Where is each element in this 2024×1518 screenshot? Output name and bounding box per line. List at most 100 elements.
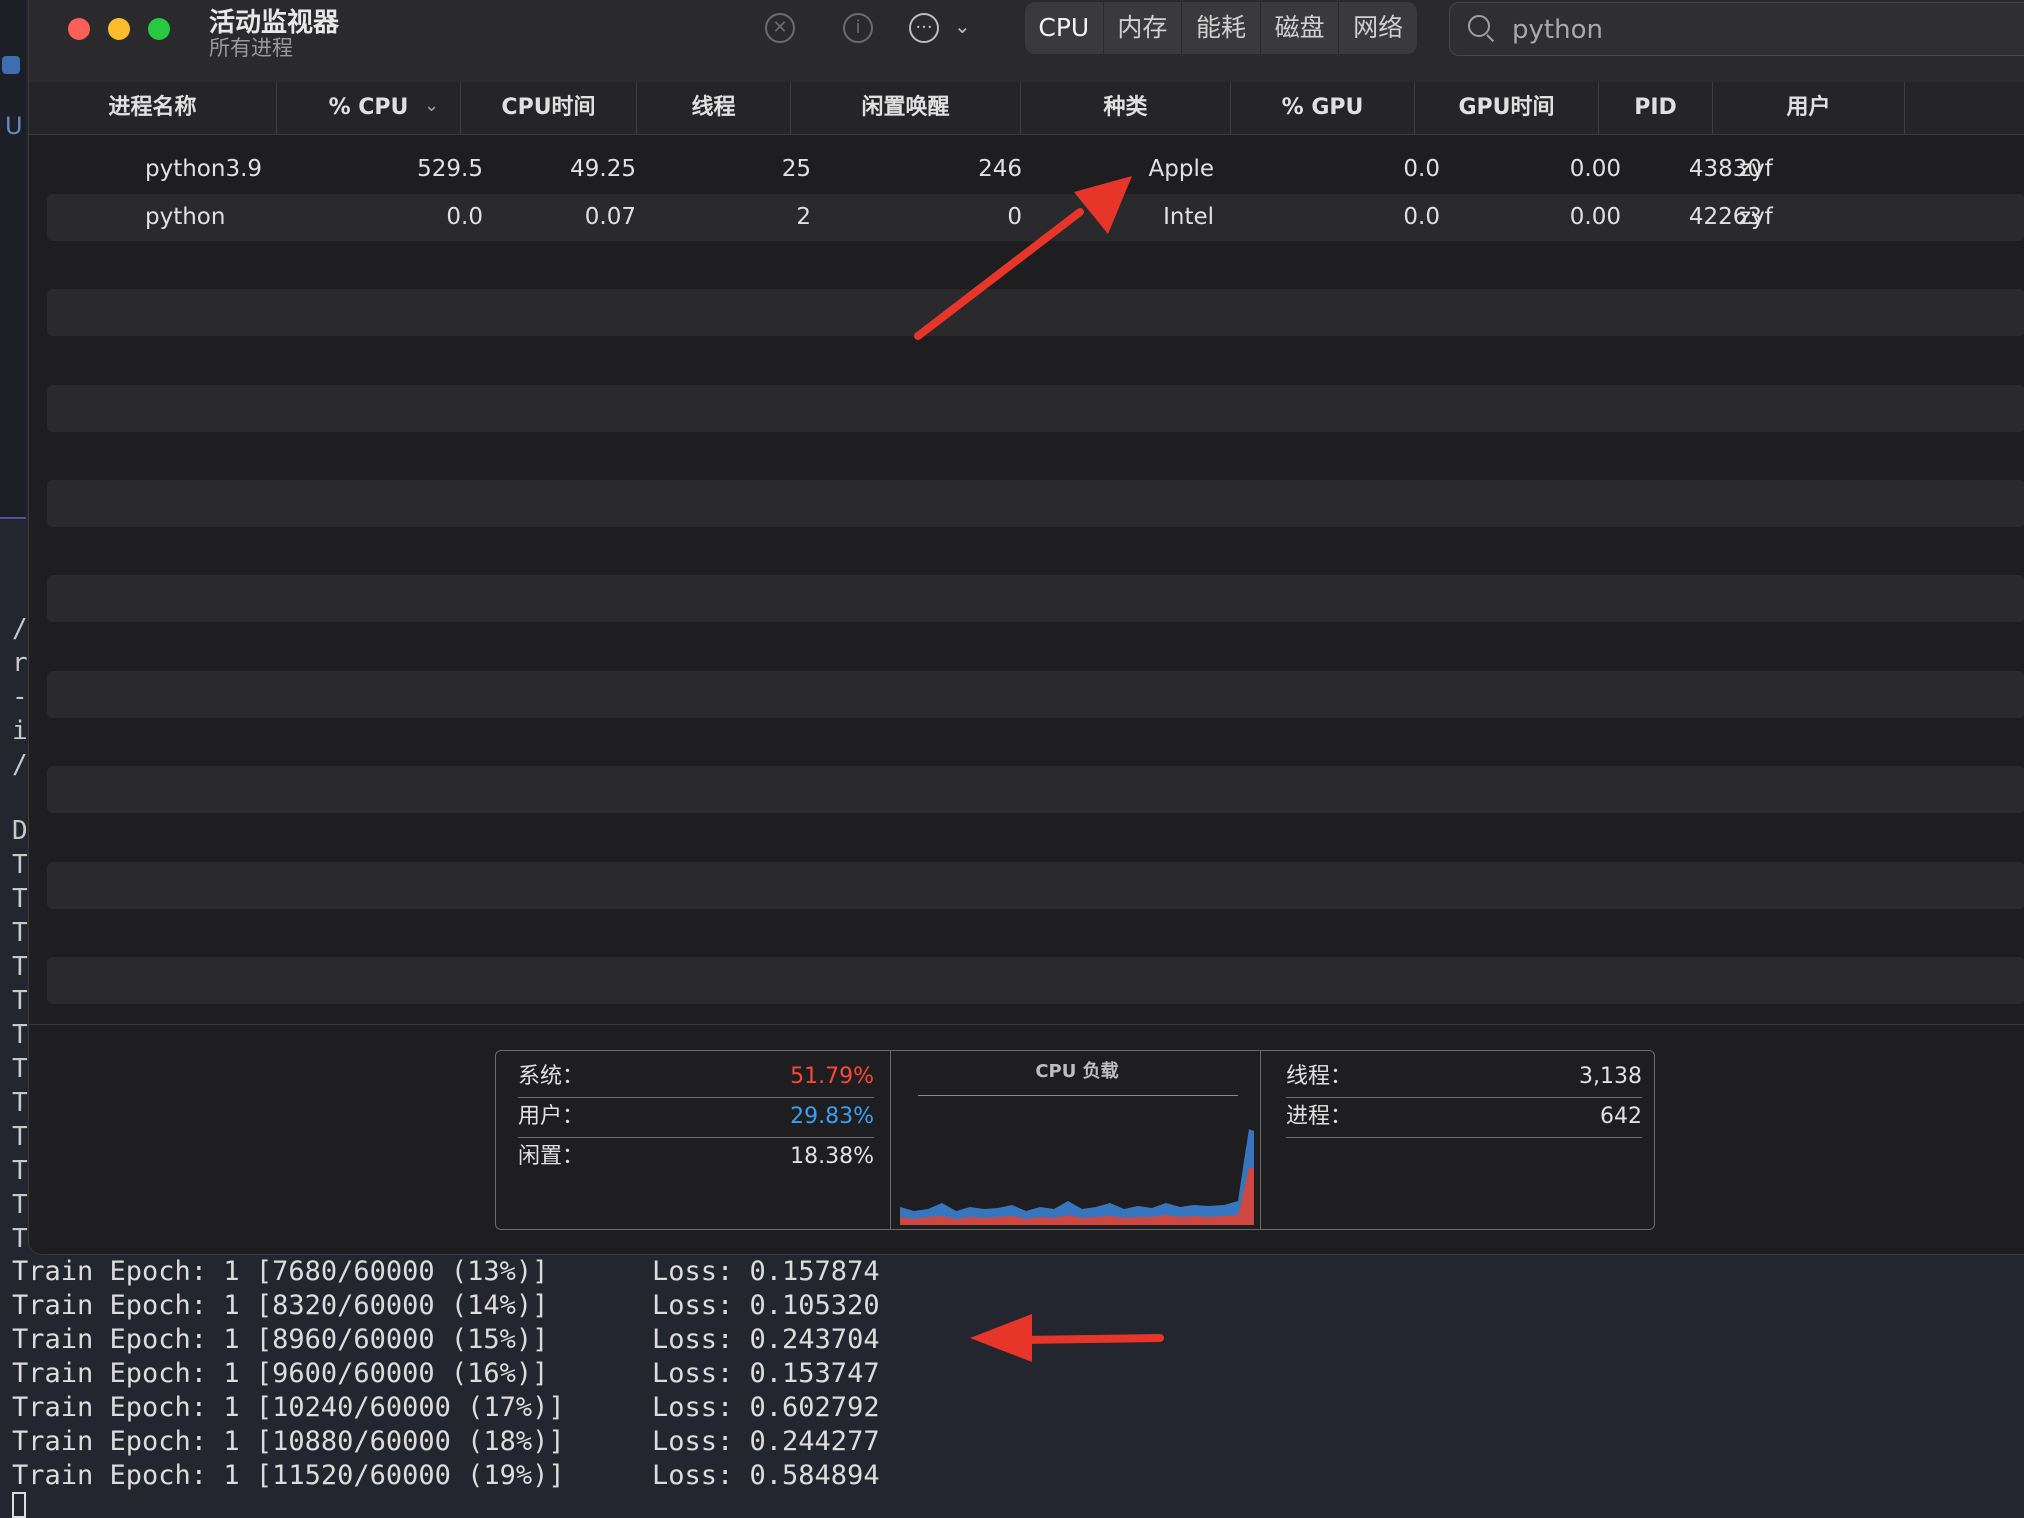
terminal-line: Train Epoch: 1 [9600/60000 (16%)] Loss: 0… [12, 1358, 880, 1389]
empty-table-row [47, 718, 2024, 765]
search-icon [1468, 15, 1490, 37]
stop-process-icon[interactable]: ✕ [765, 13, 795, 43]
window-subtitle: 所有进程 [209, 36, 293, 60]
terminal-truncated-char: T [12, 986, 28, 1016]
info-icon[interactable]: i [843, 13, 873, 43]
loss-text: Loss: 0.244277 [652, 1426, 880, 1457]
column-header-process-name[interactable]: 进程名称 [29, 82, 277, 134]
column-header-cpu-time[interactable]: CPU时间 [461, 82, 637, 134]
loss-text: Loss: 0.243704 [652, 1324, 880, 1355]
column-header-idle-wakeups[interactable]: 闲置唤醒 [791, 82, 1021, 134]
train-epoch-text: Train Epoch: 1 [8320/60000 (14%)] [12, 1290, 549, 1321]
cell-kind: Apple [1148, 156, 1214, 182]
terminal-truncated-char: T [12, 884, 28, 914]
terminal-truncated-char: D [12, 816, 28, 846]
loss-text: Loss: 0.105320 [652, 1290, 880, 1321]
train-epoch-text: Train Epoch: 1 [10240/60000 (17%)] [12, 1392, 565, 1423]
train-epoch-text: Train Epoch: 1 [8960/60000 (15%)] [12, 1324, 549, 1355]
user-value: 29.83% [790, 1104, 874, 1129]
more-actions-icon[interactable]: ··· [909, 13, 939, 43]
loss-text: Loss: 0.157874 [652, 1256, 880, 1287]
tab-memory[interactable]: 内存 [1104, 2, 1183, 54]
cell-idle-wakeups: 246 [978, 156, 1022, 182]
column-header-gpu-percent[interactable]: % GPU [1231, 82, 1415, 134]
empty-table-row [47, 909, 2024, 956]
terminal-line: Train Epoch: 1 [8960/60000 (15%)] Loss: 0… [12, 1324, 880, 1355]
cpu-summary-panel: 系统： 51.79% 用户： 29.83% 闲置： 18.38% CPU 负载 [495, 1050, 1655, 1230]
cell-user: zyf [1739, 156, 1773, 182]
search-field [1449, 2, 2024, 56]
close-window-button[interactable] [68, 18, 90, 40]
table-row[interactable]: python3.9 529.5 49.25 25 246 Apple 0.0 0.00 4383… [47, 146, 2024, 193]
terminal-truncated-char: T [12, 1122, 28, 1152]
empty-table-row [47, 814, 2024, 861]
terminal-truncated-char: T [12, 850, 28, 880]
train-epoch-text: Train Epoch: 1 [10880/60000 (18%)] [12, 1426, 565, 1457]
tab-disk[interactable]: 磁盘 [1261, 2, 1340, 54]
cell-cpu: 0.0 [446, 203, 483, 230]
cell-user: zyf [1739, 203, 1773, 230]
terminal-cursor [12, 1492, 26, 1518]
terminal-line: Train Epoch: 1 [11520/60000 (19%)] Loss: … [12, 1460, 880, 1491]
processes-label: 进程： [1286, 1104, 1353, 1129]
column-header-user[interactable]: 用户 [1713, 82, 1905, 134]
terminal-truncated-char: r [12, 648, 28, 678]
column-header-threads[interactable]: 线程 [637, 82, 791, 134]
loss-text: Loss: 0.153747 [652, 1358, 880, 1389]
terminal-truncated-char: T [12, 1190, 28, 1220]
empty-table-row [47, 766, 2024, 814]
user-load-area [900, 1129, 1254, 1225]
search-input[interactable] [1510, 11, 2014, 49]
empty-table-row [47, 241, 2024, 288]
terminal-truncated-char: T [12, 1054, 28, 1084]
tab-segmented-control: CPU 内存 能耗 磁盘 网络 [1025, 2, 1417, 54]
cell-gpu: 0.0 [1403, 203, 1440, 230]
terminal-truncated-char: T [12, 1224, 28, 1254]
cell-name: python3.9 [145, 156, 263, 182]
empty-table-row [47, 623, 2024, 670]
editor-gutter-letter: U [5, 112, 23, 140]
empty-table-row [47, 479, 2024, 527]
threads-label: 线程： [1286, 1064, 1353, 1089]
empty-table-row [47, 337, 2024, 384]
chevron-down-icon[interactable]: ⌄ [954, 14, 971, 38]
threads-value: 3,138 [1579, 1064, 1642, 1089]
cell-cpu-time: 0.07 [584, 203, 636, 230]
cell-threads: 25 [781, 156, 811, 182]
column-header-kind[interactable]: 种类 [1021, 82, 1231, 134]
idle-label: 闲置： [518, 1144, 585, 1169]
empty-table-row [47, 575, 2024, 623]
tab-network[interactable]: 网络 [1339, 2, 1417, 54]
minimize-window-button[interactable] [108, 18, 130, 40]
terminal-truncated-char: - [12, 682, 28, 712]
cell-cpu: 529.5 [417, 156, 483, 182]
idle-stat-row: 闲置： 18.38% [518, 1137, 874, 1177]
cell-gpu-time: 0.00 [1569, 156, 1621, 182]
cell-kind: Intel [1163, 203, 1214, 230]
system-stat-row: 系统： 51.79% [518, 1057, 874, 1098]
cell-threads: 2 [796, 203, 811, 230]
terminal-line: Train Epoch: 1 [8320/60000 (14%)] Loss: 0… [12, 1290, 880, 1321]
cpu-usage-stats: 系统： 51.79% 用户： 29.83% 闲置： 18.38% [496, 1051, 891, 1229]
cell-idle-wakeups: 0 [1007, 203, 1022, 230]
tab-energy[interactable]: 能耗 [1182, 2, 1261, 54]
column-header-gpu-time[interactable]: GPU时间 [1415, 82, 1599, 134]
table-row[interactable]: python 0.0 0.07 2 0 Intel 0.0 0.00 42263 zyf [47, 193, 2024, 241]
column-header-pid[interactable]: PID [1599, 82, 1713, 134]
sort-descending-icon: ⌄ [424, 95, 440, 116]
terminal-truncated-char: / [12, 750, 28, 780]
cell-cpu-time: 49.25 [570, 156, 636, 182]
cpu-load-graph: CPU 负载 [894, 1051, 1261, 1229]
empty-table-row [47, 384, 2024, 432]
zoom-window-button[interactable] [148, 18, 170, 40]
system-label: 系统： [518, 1064, 585, 1089]
train-epoch-text: Train Epoch: 1 [9600/60000 (16%)] [12, 1358, 549, 1389]
terminal-truncated-char: T [12, 918, 28, 948]
system-value: 51.79% [790, 1064, 874, 1089]
cell-gpu: 0.0 [1403, 156, 1440, 182]
empty-table-row [47, 289, 2024, 337]
terminal-line: Train Epoch: 1 [10240/60000 (17%)] Loss: … [12, 1392, 880, 1423]
empty-table-row [47, 432, 2024, 479]
empty-table-row [47, 670, 2024, 718]
tab-cpu[interactable]: CPU [1025, 2, 1104, 54]
